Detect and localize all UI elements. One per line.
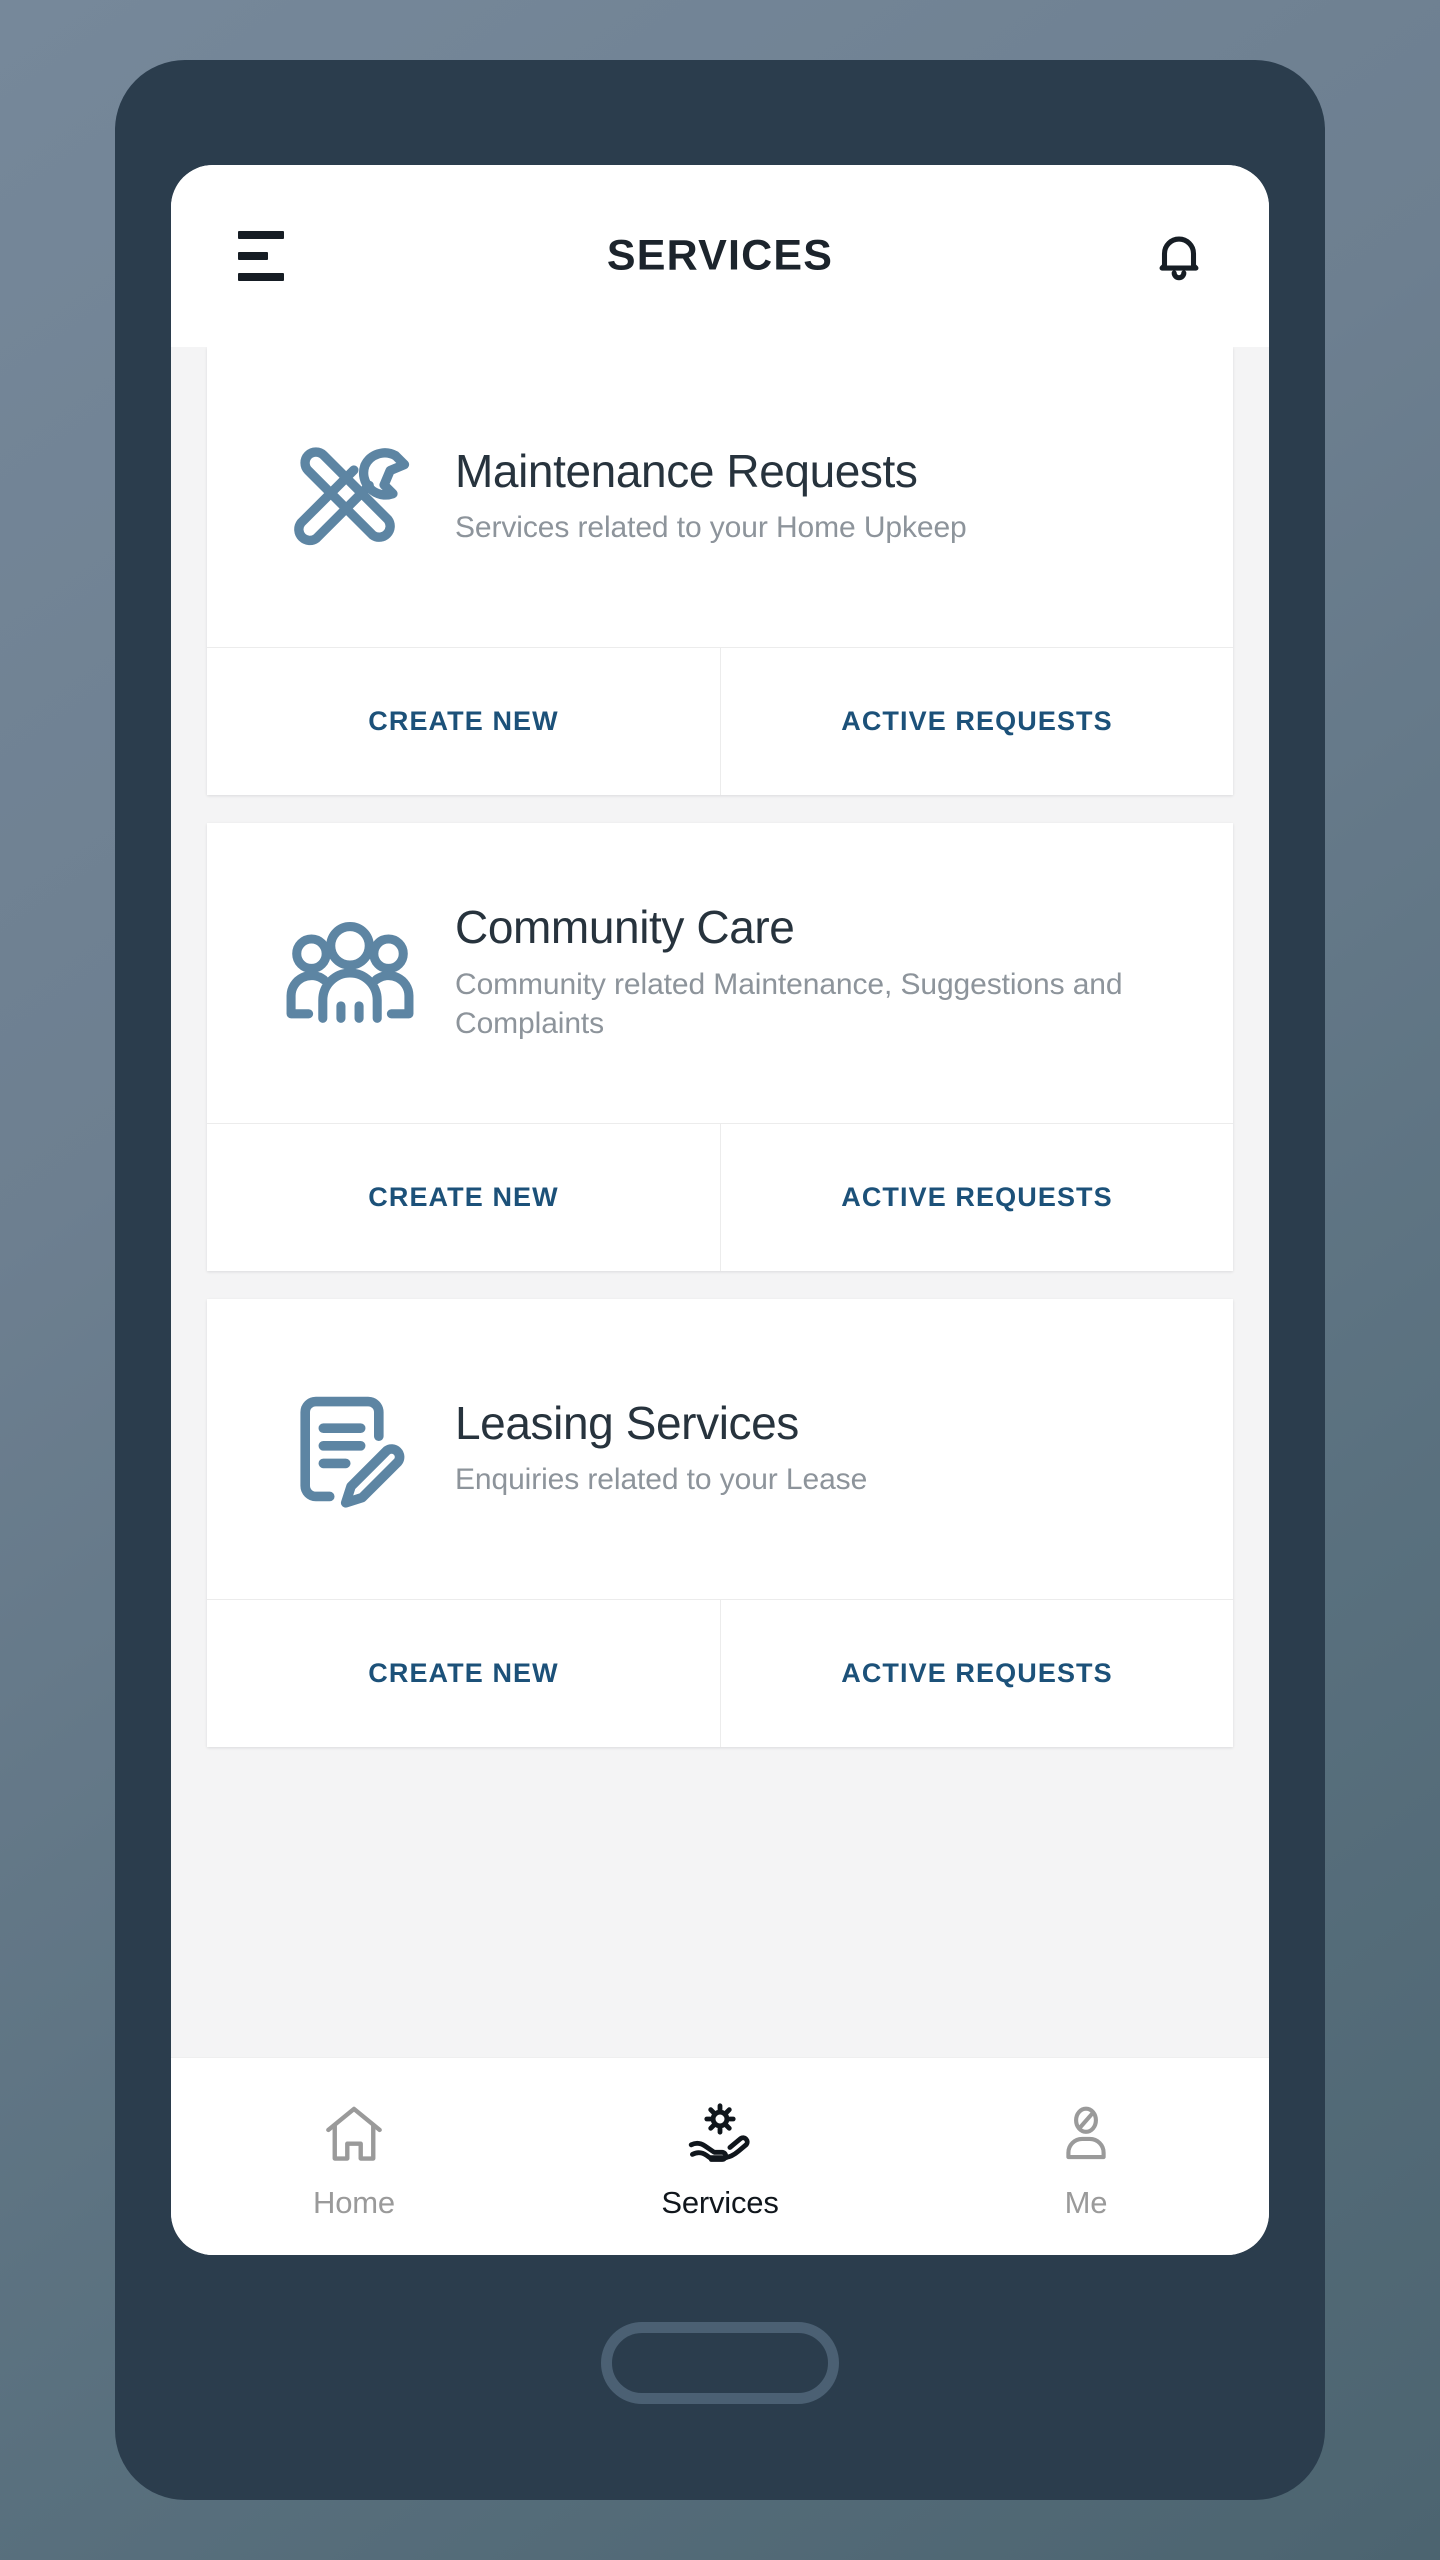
nav-item-home[interactable]: Home <box>171 2093 537 2221</box>
service-card-body: Maintenance Requests Services related to… <box>207 347 1233 647</box>
bell-icon[interactable] <box>1141 218 1217 294</box>
list-empty-space <box>171 1775 1269 2057</box>
service-card-title: Maintenance Requests <box>455 444 918 497</box>
nav-item-services[interactable]: Services <box>537 2093 903 2221</box>
services-list: Maintenance Requests Services related to… <box>171 347 1269 2057</box>
page-title: SERVICES <box>606 231 834 280</box>
gear-on-hand-icon <box>684 2093 756 2175</box>
wrench-screwdriver-icon <box>255 431 445 563</box>
service-card-actions: CREATE NEW ACTIVE REQUESTS <box>207 1123 1233 1271</box>
service-card-subtitle: Enquiries related to your Lease <box>455 1463 868 1497</box>
active-requests-button[interactable]: ACTIVE REQUESTS <box>720 1124 1233 1271</box>
nav-label-services: Services <box>661 2184 779 2220</box>
service-card-body: Community Care Community related Mainten… <box>207 823 1233 1123</box>
service-card-body: Leasing Services Enquiries related to yo… <box>207 1299 1233 1599</box>
create-new-button[interactable]: CREATE NEW <box>207 1600 720 1747</box>
nav-label-home: Home <box>313 2184 395 2220</box>
service-card-title: Community Care <box>455 901 795 954</box>
bottom-navigation: Home Services Me <box>171 2057 1269 2255</box>
document-pencil-icon <box>255 1385 445 1513</box>
nav-item-me[interactable]: Me <box>903 2093 1269 2221</box>
service-card-text: Community Care Community related Mainten… <box>445 902 1193 1044</box>
create-new-button[interactable]: CREATE NEW <box>207 1124 720 1271</box>
service-card-subtitle: Community related Maintenance, Suggestio… <box>455 967 1123 1041</box>
active-requests-button[interactable]: ACTIVE REQUESTS <box>720 1600 1233 1747</box>
active-requests-button[interactable]: ACTIVE REQUESTS <box>720 648 1233 795</box>
service-card[interactable]: Community Care Community related Mainten… <box>207 823 1233 1271</box>
phone-screen: SERVICES Maintenance Requests Services r… <box>171 165 1269 2255</box>
app-bar: SERVICES <box>171 165 1269 347</box>
home-icon <box>319 2093 389 2175</box>
service-card-text: Maintenance Requests Services related to… <box>445 444 1193 548</box>
service-card-actions: CREATE NEW ACTIVE REQUESTS <box>207 1599 1233 1747</box>
hamburger-menu-icon[interactable] <box>223 218 299 294</box>
service-card-subtitle: Services related to your Home Upkeep <box>455 511 967 545</box>
phone-frame: SERVICES Maintenance Requests Services r… <box>115 60 1325 2500</box>
nav-label-me: Me <box>1064 2184 1108 2220</box>
service-card[interactable]: Maintenance Requests Services related to… <box>207 347 1233 795</box>
service-card-title: Leasing Services <box>455 1396 799 1449</box>
service-card-actions: CREATE NEW ACTIVE REQUESTS <box>207 647 1233 795</box>
service-card[interactable]: Leasing Services Enquiries related to yo… <box>207 1299 1233 1747</box>
person-icon <box>1053 2093 1119 2175</box>
service-card-text: Leasing Services Enquiries related to yo… <box>445 1396 1193 1500</box>
create-new-button[interactable]: CREATE NEW <box>207 648 720 795</box>
people-group-icon <box>255 905 445 1041</box>
home-indicator-button[interactable] <box>601 2322 839 2404</box>
